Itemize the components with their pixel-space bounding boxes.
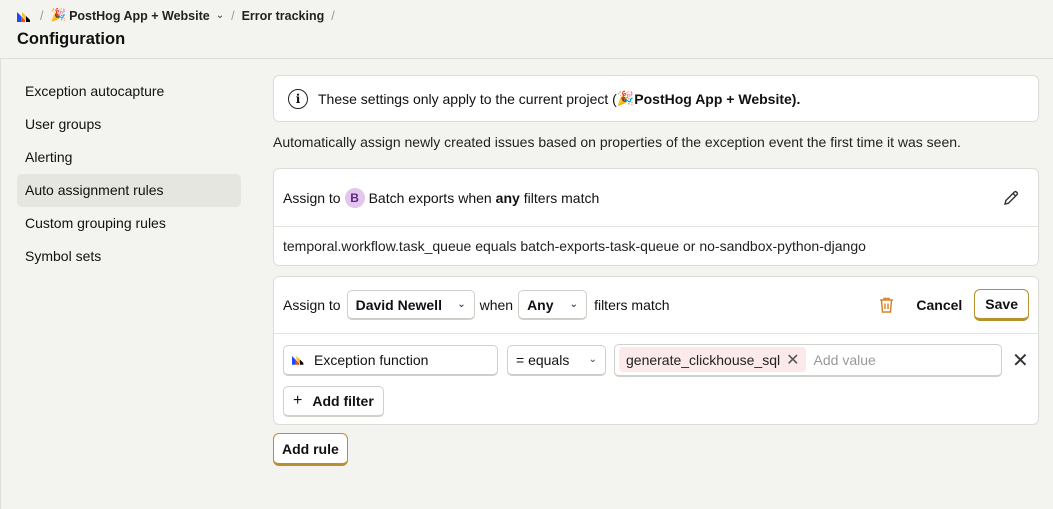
- notice-prefix: These settings only apply to the current…: [318, 90, 617, 107]
- chevron-down-icon: ⌄: [588, 354, 597, 365]
- chevron-down-icon: ⌄: [457, 299, 466, 310]
- match-type-select[interactable]: Any ⌄: [518, 290, 588, 320]
- rule-editor-header: Assign to David Newell ⌄ when Any ⌄ filt…: [274, 277, 1038, 334]
- edit-rule-pencil-icon[interactable]: [1000, 187, 1022, 209]
- sidebar-item-symbol-sets[interactable]: Symbol sets: [17, 240, 241, 273]
- breadcrumb-project-label: PostHog App + Website: [69, 8, 210, 23]
- party-popper-icon: 🎉: [616, 90, 635, 106]
- main-content: i These settings only apply to the curre…: [273, 75, 1039, 466]
- assignee-select-value: David Newell: [355, 296, 442, 313]
- filters-match-label: filters match: [594, 297, 670, 313]
- page-title: Configuration: [17, 30, 126, 48]
- operator-select-value: = equals: [516, 351, 570, 368]
- assign-to-label: Assign to: [283, 189, 341, 206]
- info-icon: i: [288, 88, 308, 109]
- value-chip-label: generate_clickhouse_sql: [626, 351, 781, 368]
- top-bar: / 🎉 PostHog App + Website ⌄ / Error trac…: [0, 0, 1053, 58]
- filter-row: Exception function = equals ⌄ generate_c…: [274, 334, 1038, 386]
- posthog-logo-icon: [292, 354, 308, 366]
- assign-to-label: Assign to: [283, 297, 341, 313]
- breadcrumb-separator: /: [40, 8, 44, 23]
- property-select-value: Exception function: [314, 351, 429, 368]
- breadcrumb-separator: /: [231, 8, 235, 23]
- when-label: when: [479, 297, 514, 313]
- add-filter-label: Add filter: [312, 393, 374, 409]
- property-select[interactable]: Exception function: [283, 344, 498, 376]
- sidebar-item-user-groups[interactable]: User groups: [17, 108, 241, 141]
- page-description: Automatically assign newly created issue…: [273, 134, 961, 150]
- breadcrumb-separator: /: [331, 8, 335, 23]
- rule-filters-match: filters match: [523, 189, 600, 206]
- add-rule-button[interactable]: Add rule: [273, 433, 348, 466]
- sidebar-item-custom-grouping-rules[interactable]: Custom grouping rules: [17, 207, 241, 240]
- chevron-down-icon: ⌄: [215, 10, 225, 21]
- add-value-placeholder[interactable]: Add value: [814, 352, 876, 368]
- value-chip: generate_clickhouse_sql ✕: [619, 347, 806, 372]
- settings-sidebar: Exception autocapture User groups Alerti…: [17, 75, 241, 273]
- header-divider: [0, 58, 1053, 59]
- rule-header: Assign to B Batch exports when any filte…: [274, 169, 1038, 227]
- remove-filter-close-icon[interactable]: ✕: [1012, 348, 1029, 373]
- add-filter-button[interactable]: + Add filter: [283, 386, 384, 417]
- project-notice: i These settings only apply to the curre…: [273, 75, 1039, 122]
- sidebar-item-auto-assignment-rules[interactable]: Auto assignment rules: [17, 174, 241, 207]
- notice-suffix: ).: [791, 90, 801, 107]
- assignment-rule-card: Assign to B Batch exports when any filte…: [273, 168, 1039, 266]
- rule-condition: temporal.workflow.task_queue equals batc…: [283, 238, 866, 254]
- breadcrumb-project[interactable]: 🎉 PostHog App + Website ⌄: [50, 8, 224, 23]
- breadcrumb-section[interactable]: Error tracking: [242, 9, 325, 23]
- filter-value-input[interactable]: generate_clickhouse_sql ✕ Add value: [614, 343, 1002, 377]
- remove-chip-close-icon[interactable]: ✕: [786, 350, 799, 370]
- plus-icon: +: [293, 392, 303, 409]
- delete-rule-trash-icon[interactable]: [876, 295, 896, 315]
- rule-assignee: Batch exports: [368, 189, 455, 206]
- left-border: [0, 58, 1, 509]
- rule-match-word: any: [495, 189, 520, 206]
- sidebar-item-exception-autocapture[interactable]: Exception autocapture: [17, 75, 241, 108]
- match-type-value: Any: [527, 296, 554, 313]
- operator-select[interactable]: = equals ⌄: [507, 344, 606, 376]
- avatar: B: [344, 187, 365, 208]
- notice-project: PostHog App + Website: [634, 90, 792, 107]
- sidebar-item-alerting[interactable]: Alerting: [17, 141, 241, 174]
- cancel-button[interactable]: Cancel: [916, 297, 962, 313]
- party-popper-icon: 🎉: [50, 8, 67, 22]
- chevron-down-icon: ⌄: [569, 299, 579, 310]
- add-filter-row: + Add filter: [274, 386, 1038, 424]
- rule-when-label: when: [458, 189, 492, 206]
- save-button[interactable]: Save: [974, 289, 1029, 321]
- posthog-logo-icon[interactable]: [17, 10, 33, 22]
- assignee-select[interactable]: David Newell ⌄: [346, 290, 475, 320]
- breadcrumb: / 🎉 PostHog App + Website ⌄ / Error trac…: [17, 8, 342, 23]
- rule-editor-card: Assign to David Newell ⌄ when Any ⌄ filt…: [273, 276, 1039, 425]
